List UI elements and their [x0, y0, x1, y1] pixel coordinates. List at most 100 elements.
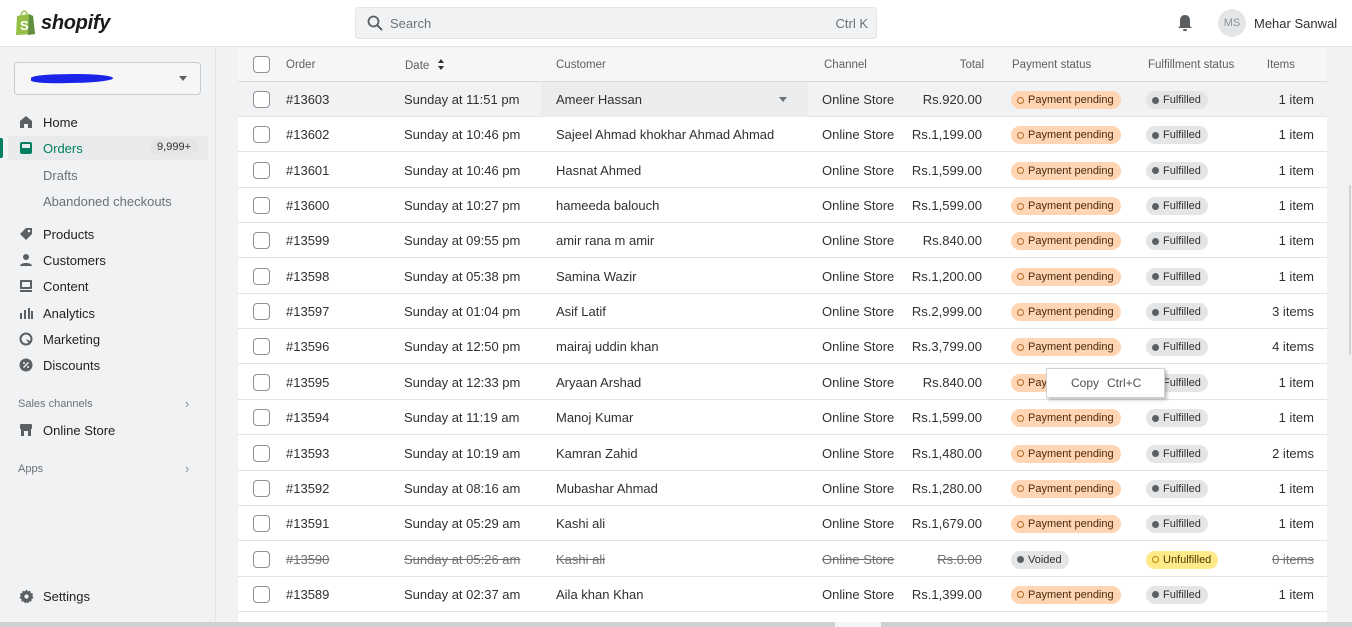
row-checkbox[interactable]	[253, 585, 270, 603]
table-row[interactable]: #13602 Sunday at 10:46 pm Sajeel Ahmad kho…	[238, 117, 1327, 153]
row-checkbox[interactable]	[253, 267, 270, 285]
table-row[interactable]: #13590 Sunday at 05:26 am Kashi ali Online …	[238, 541, 1327, 577]
sidebar-item-marketing[interactable]: Marketing	[8, 327, 208, 351]
sidebar-item-online-store[interactable]: Online Store	[8, 418, 208, 442]
order-number[interactable]: #13601	[286, 163, 329, 178]
table-row[interactable]: #13596 Sunday at 12:50 pm mairaj uddin kha…	[238, 329, 1327, 365]
store-selector[interactable]	[14, 62, 201, 95]
customer-name[interactable]: Asif Latif	[556, 304, 606, 319]
search-input[interactable]: Search Ctrl K	[355, 7, 877, 39]
sidebar-subitem-drafts[interactable]: Drafts	[43, 168, 78, 183]
sidebar: Home Orders 9,999+ Drafts Abandoned chec…	[0, 47, 216, 623]
row-checkbox[interactable]	[253, 409, 270, 427]
row-checkbox[interactable]	[253, 550, 270, 568]
row-checkbox[interactable]	[253, 303, 270, 321]
row-checkbox[interactable]	[253, 373, 270, 391]
table-row[interactable]: #13600 Sunday at 10:27 pm hameeda balouch O…	[238, 188, 1327, 224]
table-row[interactable]: #13599 Sunday at 09:55 pm amir rana m amir…	[238, 223, 1327, 259]
row-checkbox[interactable]	[253, 232, 270, 250]
shopify-logo[interactable]: S shopify	[14, 10, 110, 36]
customer-name[interactable]: Kashi ali	[556, 552, 605, 567]
customer-name[interactable]: Samina Wazir	[556, 269, 636, 284]
column-header-payment-status[interactable]: Payment status	[1012, 59, 1091, 71]
order-number[interactable]: #13597	[286, 304, 329, 319]
vertical-scrollbar-thumb[interactable]	[1349, 185, 1351, 355]
customer-name[interactable]: Kamran Zahid	[556, 446, 638, 461]
column-header-order[interactable]: Order	[286, 59, 315, 71]
horizontal-scrollbar[interactable]	[0, 622, 1352, 627]
customer-name[interactable]: Sajeel Ahmad khokhar Ahmad Ahmad	[556, 127, 774, 142]
row-checkbox[interactable]	[253, 444, 270, 462]
horizontal-scrollbar-thumb[interactable]	[835, 622, 881, 627]
customer-name[interactable]: Aila khan Khan	[556, 587, 643, 602]
column-header-fulfillment-status[interactable]: Fulfillment status	[1148, 59, 1234, 71]
context-menu-copy[interactable]: Copy	[1071, 376, 1099, 390]
table-row[interactable]: #13589 Sunday at 02:37 am Aila khan Khan On…	[238, 576, 1327, 612]
badge-label: Payment pending	[1028, 341, 1114, 354]
customer-name[interactable]: amir rana m amir	[556, 233, 654, 248]
order-number[interactable]: #13596	[286, 339, 329, 354]
row-checkbox[interactable]	[253, 338, 270, 356]
sidebar-item-customers[interactable]: Customers	[8, 248, 208, 272]
sidebar-item-content[interactable]: Content	[8, 274, 208, 298]
customer-name[interactable]: hameeda balouch	[556, 198, 659, 213]
sidebar-subitem-abandoned-checkouts[interactable]: Abandoned checkouts	[43, 194, 172, 209]
table-row[interactable]: #13597 Sunday at 01:04 pm Asif Latif Online…	[238, 294, 1327, 330]
table-row[interactable]: #13591 Sunday at 05:29 am Kashi ali Online …	[238, 506, 1327, 542]
row-checkbox[interactable]	[253, 126, 270, 144]
order-number[interactable]: #13595	[286, 375, 329, 390]
customer-name[interactable]: Ameer Hassan	[556, 92, 642, 107]
table-row[interactable]: #13594 Sunday at 11:19 am Manoj Kumar Onlin…	[238, 400, 1327, 436]
sales-channel: Online Store	[822, 516, 895, 532]
table-row[interactable]: #13598 Sunday at 05:38 pm Samina Wazir Onli…	[238, 258, 1327, 294]
order-number[interactable]: #13600	[286, 198, 329, 213]
avatar[interactable]: MS	[1218, 9, 1246, 37]
table-row[interactable]: #13601 Sunday at 10:46 pm Hasnat Ahmed Onli…	[238, 152, 1327, 188]
bell-icon[interactable]	[1176, 13, 1194, 33]
row-checkbox[interactable]	[253, 91, 270, 108]
column-header-date[interactable]: Date	[405, 59, 445, 72]
order-number[interactable]: #13592	[286, 481, 329, 496]
order-number[interactable]: #13591	[286, 516, 329, 531]
table-row[interactable]: #13592 Sunday at 08:16 am Mubashar Ahmad On…	[238, 470, 1327, 506]
sidebar-item-discounts[interactable]: Discounts	[8, 353, 208, 377]
order-number[interactable]: #13599	[286, 233, 329, 248]
sidebar-item-orders[interactable]: Orders 9,999+	[8, 136, 208, 160]
order-number[interactable]: #13603	[286, 92, 329, 107]
row-checkbox[interactable]	[253, 479, 270, 497]
customer-name[interactable]: mairaj uddin khan	[556, 339, 659, 354]
customer-name[interactable]: Aryaan Arshad	[556, 375, 641, 390]
column-header-items[interactable]: Items	[1267, 59, 1295, 71]
table-row[interactable]: #13593 Sunday at 10:19 am Kamran Zahid Onli…	[238, 435, 1327, 471]
column-header-customer[interactable]: Customer	[556, 59, 606, 71]
chevron-right-icon[interactable]: ›	[185, 396, 189, 411]
sidebar-item-products[interactable]: Products	[8, 222, 208, 246]
sidebar-item-settings[interactable]: Settings	[8, 584, 208, 608]
select-all-checkbox[interactable]	[253, 56, 270, 73]
column-header-channel[interactable]: Channel	[824, 59, 867, 71]
order-total: Rs.0.00	[937, 551, 982, 567]
status-dot-icon	[1017, 167, 1024, 175]
row-checkbox[interactable]	[253, 161, 270, 179]
order-number[interactable]: #13594	[286, 410, 329, 425]
caret-down-icon[interactable]	[779, 97, 787, 102]
order-number[interactable]: #13602	[286, 127, 329, 142]
user-name[interactable]: Mehar Sanwal	[1254, 16, 1337, 31]
svg-text:S: S	[20, 18, 29, 33]
chevron-right-icon[interactable]: ›	[185, 461, 189, 476]
customer-name[interactable]: Mubashar Ahmad	[556, 481, 658, 496]
row-checkbox[interactable]	[253, 515, 270, 533]
customer-name[interactable]: Hasnat Ahmed	[556, 163, 641, 178]
column-header-total[interactable]: Total	[960, 59, 984, 71]
order-number[interactable]: #13590	[286, 552, 329, 567]
sidebar-item-analytics[interactable]: Analytics	[8, 301, 208, 325]
customer-name[interactable]: Manoj Kumar	[556, 410, 633, 425]
table-row[interactable]: #13603 Sunday at 11:51 pm Ameer Hassan Onli…	[238, 82, 1327, 117]
row-checkbox[interactable]	[253, 197, 270, 215]
order-number[interactable]: #13589	[286, 587, 329, 602]
order-number[interactable]: #13598	[286, 269, 329, 284]
order-number[interactable]: #13593	[286, 446, 329, 461]
customer-name[interactable]: Kashi ali	[556, 516, 605, 531]
badge-label: Payment pending	[1028, 129, 1114, 142]
sidebar-item-home[interactable]: Home	[8, 110, 208, 134]
